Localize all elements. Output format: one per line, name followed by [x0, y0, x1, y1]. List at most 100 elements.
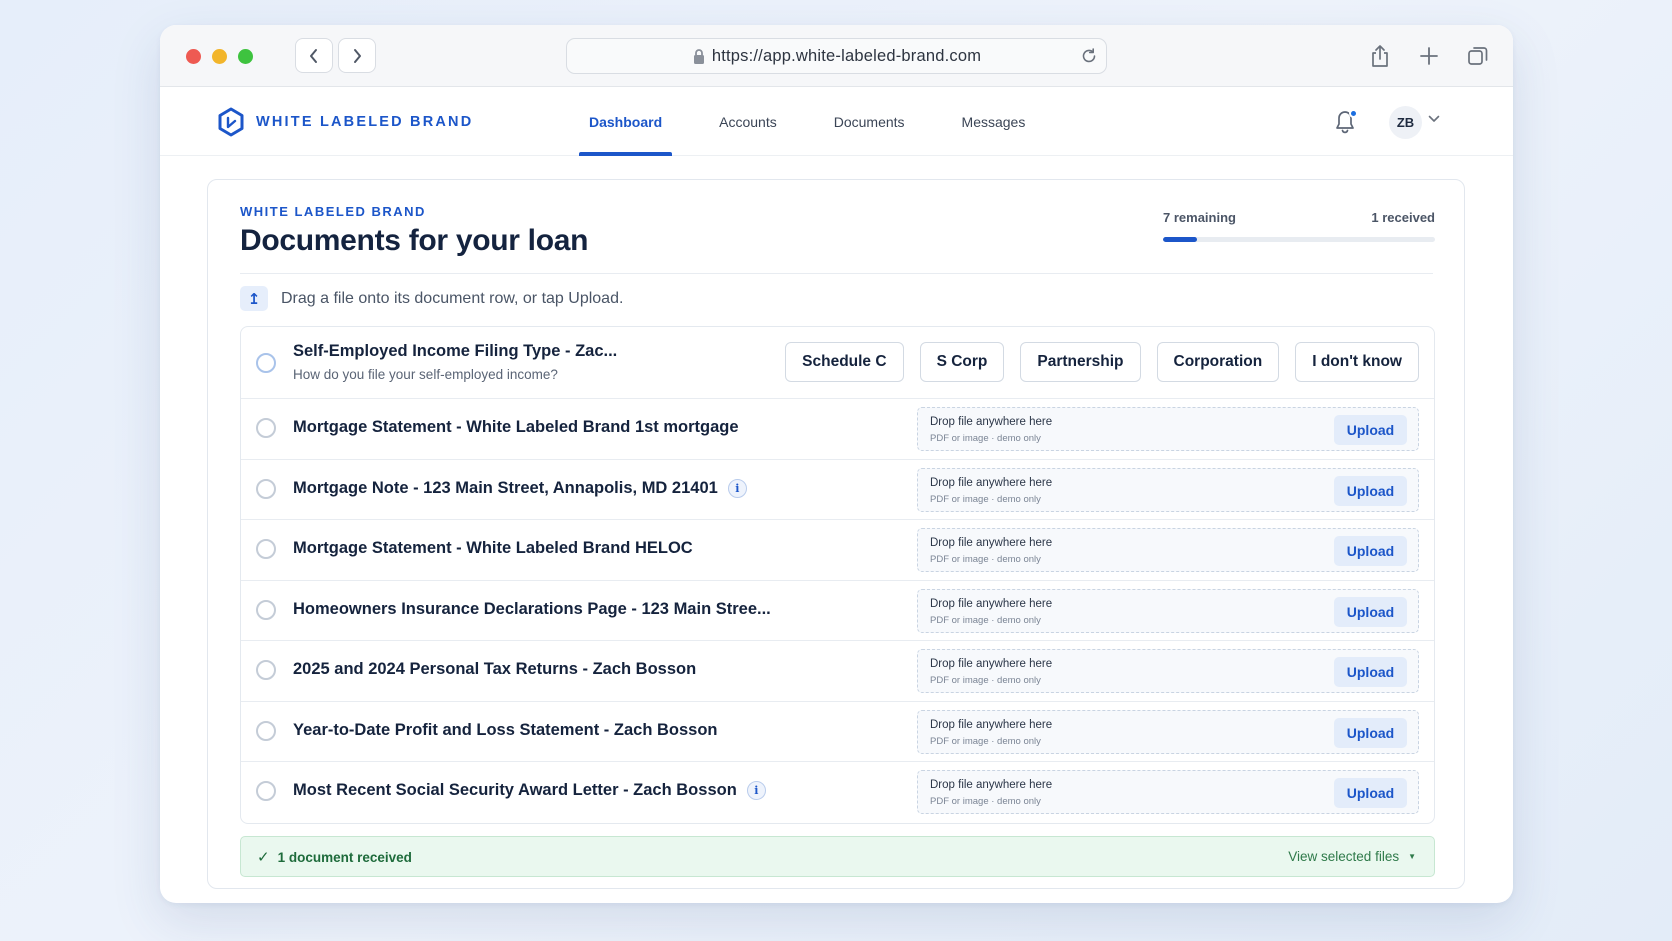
- document-title-text: Homeowners Insurance Declarations Page -…: [293, 599, 771, 618]
- file-dropzone[interactable]: Drop file anywhere here PDF or image · d…: [917, 407, 1419, 451]
- option-partnership-button[interactable]: Partnership: [1020, 342, 1141, 382]
- document-row: Mortgage Statement - White Labeled Brand…: [241, 399, 1434, 460]
- document-title-text: Mortgage Statement - White Labeled Brand…: [293, 418, 739, 436]
- hexagon-logo-icon: [218, 107, 244, 137]
- dropzone-label: Drop file anywhere here: [930, 658, 1053, 670]
- tab-overview-icon[interactable]: [1462, 40, 1494, 72]
- progress-summary: 7 remaining 1 received: [1163, 210, 1435, 242]
- received-banner: ✓ 1 document received View selected file…: [240, 836, 1435, 877]
- row-status-radio[interactable]: [256, 720, 276, 741]
- document-row: Mortgage Statement - White Labeled Brand…: [241, 520, 1434, 581]
- notifications-button[interactable]: [1333, 109, 1359, 135]
- document-list: Self-Employed Income Filing Type - Zac..…: [240, 326, 1435, 824]
- new-tab-icon[interactable]: [1413, 40, 1445, 72]
- document-title: Year-to-Date Profit and Loss Statement -…: [293, 721, 718, 740]
- maximize-window-button[interactable]: [238, 49, 253, 64]
- reload-icon[interactable]: [1080, 47, 1098, 65]
- document-title: Mortgage Statement - White Labeled Brand…: [293, 418, 739, 437]
- row-status-radio[interactable]: [256, 781, 276, 801]
- info-icon[interactable]: i: [746, 781, 766, 800]
- document-title: Most Recent Social Security Award Letter…: [293, 781, 766, 800]
- browser-window: https://app.white-labeled-brand.com WHIT…: [160, 25, 1513, 903]
- dropzone-hint: PDF or image · demo only: [930, 554, 1041, 565]
- view-selected-files-link[interactable]: View selected files ▼: [1288, 849, 1416, 864]
- document-title-text: Most Recent Social Security Award Letter…: [293, 781, 737, 799]
- row-status-radio[interactable]: [256, 539, 276, 559]
- avatar[interactable]: ZB: [1389, 106, 1422, 139]
- option-s-corp-button[interactable]: S Corp: [919, 342, 1005, 382]
- option-corporation-button[interactable]: Corporation: [1156, 342, 1280, 382]
- checkmark-icon: ✓: [257, 849, 270, 866]
- progress-fill: [1163, 237, 1197, 242]
- document-title: Mortgage Note - 123 Main Street, Annapol…: [293, 478, 747, 498]
- notification-dot: [1349, 109, 1358, 118]
- file-dropzone[interactable]: Drop file anywhere here PDF or image · d…: [917, 709, 1419, 754]
- upload-button[interactable]: Upload: [1334, 657, 1407, 687]
- tab-accounts[interactable]: Accounts: [709, 87, 787, 156]
- upload-button[interactable]: Upload: [1334, 475, 1407, 506]
- progress-track: [1163, 237, 1435, 242]
- file-dropzone[interactable]: Drop file anywhere here PDF or image · d…: [917, 770, 1419, 814]
- upload-button[interactable]: Upload: [1334, 415, 1407, 445]
- tab-documents[interactable]: Documents: [824, 87, 915, 156]
- dropzone-label: Drop file anywhere here: [930, 416, 1053, 428]
- question-title: Self-Employed Income Filing Type - Zac..…: [293, 342, 618, 360]
- document-row: Year-to-Date Profit and Loss Statement -…: [241, 702, 1434, 762]
- document-title-text: Year-to-Date Profit and Loss Statement -…: [293, 720, 718, 739]
- documents-card: WHITE LABELED BRAND Documents for your l…: [207, 179, 1465, 889]
- file-dropzone[interactable]: Drop file anywhere here PDF or image · d…: [917, 467, 1419, 512]
- dropzone-hint: PDF or image · demo only: [930, 493, 1041, 505]
- row-status-radio[interactable]: [256, 478, 276, 499]
- upload-button[interactable]: Upload: [1334, 536, 1407, 566]
- row-status-radio[interactable]: [256, 418, 276, 438]
- option-dont-know-button[interactable]: I don't know: [1295, 342, 1419, 382]
- tab-messages[interactable]: Messages: [952, 87, 1036, 156]
- brand-logo[interactable]: WHITE LABELED BRAND: [217, 107, 473, 137]
- file-dropzone[interactable]: Drop file anywhere here PDF or image · d…: [917, 588, 1419, 633]
- remaining-count: 7 remaining: [1163, 210, 1236, 225]
- lock-icon: [694, 49, 704, 64]
- received-count: 1 received: [1371, 210, 1435, 225]
- row-status-radio[interactable]: [256, 599, 276, 620]
- close-window-button[interactable]: [186, 49, 201, 64]
- dropzone-label: Drop file anywhere here: [930, 718, 1053, 731]
- upload-button[interactable]: Upload: [1334, 778, 1407, 808]
- question-row: Self-Employed Income Filing Type - Zac..…: [241, 327, 1434, 399]
- document-title: Homeowners Insurance Declarations Page -…: [293, 600, 771, 619]
- chevron-right-icon: [354, 48, 361, 63]
- app-header: WHITE LABELED BRAND Dashboard Accounts D…: [160, 87, 1513, 156]
- hint-text: Drag a file onto its document row, or ta…: [281, 289, 624, 307]
- dropzone-label: Drop file anywhere here: [930, 597, 1053, 610]
- browser-toolbar: https://app.white-labeled-brand.com: [160, 25, 1513, 87]
- upload-button[interactable]: Upload: [1334, 596, 1407, 627]
- url-text: https://app.white-labeled-brand.com: [711, 46, 982, 65]
- document-title-text: Mortgage Statement - White Labeled Brand…: [293, 539, 693, 557]
- tab-dashboard[interactable]: Dashboard: [579, 87, 673, 156]
- dropzone-hint: PDF or image · demo only: [930, 735, 1041, 747]
- question-subtitle: How do you file your self-employed incom…: [293, 367, 558, 382]
- document-title-text: Mortgage Note - 123 Main Street, Annapol…: [293, 478, 718, 497]
- document-row: Most Recent Social Security Award Letter…: [241, 762, 1434, 823]
- forward-button[interactable]: [338, 38, 376, 73]
- upload-button[interactable]: Upload: [1334, 717, 1407, 748]
- file-dropzone[interactable]: Drop file anywhere here PDF or image · d…: [917, 528, 1419, 572]
- upload-hint: ↥ Drag a file onto its document row, or …: [240, 286, 623, 311]
- info-icon[interactable]: i: [727, 478, 747, 498]
- back-button[interactable]: [295, 38, 333, 73]
- row-status-radio[interactable]: [256, 353, 276, 373]
- file-dropzone[interactable]: Drop file anywhere here PDF or image · d…: [917, 649, 1419, 693]
- dropzone-hint: PDF or image · demo only: [930, 796, 1041, 807]
- document-row: Mortgage Note - 123 Main Street, Annapol…: [241, 460, 1434, 520]
- share-icon[interactable]: [1364, 40, 1396, 72]
- address-bar[interactable]: https://app.white-labeled-brand.com: [566, 38, 1107, 74]
- minimize-window-button[interactable]: [212, 49, 227, 64]
- upload-arrow-icon: ↥: [240, 286, 268, 311]
- divider: [240, 273, 1433, 274]
- document-title-text: 2025 and 2024 Personal Tax Returns - Zac…: [293, 660, 697, 678]
- dropzone-hint: PDF or image · demo only: [930, 433, 1041, 444]
- chevron-down-icon[interactable]: [1428, 115, 1440, 123]
- document-title: 2025 and 2024 Personal Tax Returns - Zac…: [293, 660, 696, 679]
- main-tabs: Dashboard Accounts Documents Messages: [579, 87, 1072, 156]
- row-status-radio[interactable]: [256, 660, 276, 680]
- option-schedule-c-button[interactable]: Schedule C: [785, 342, 904, 382]
